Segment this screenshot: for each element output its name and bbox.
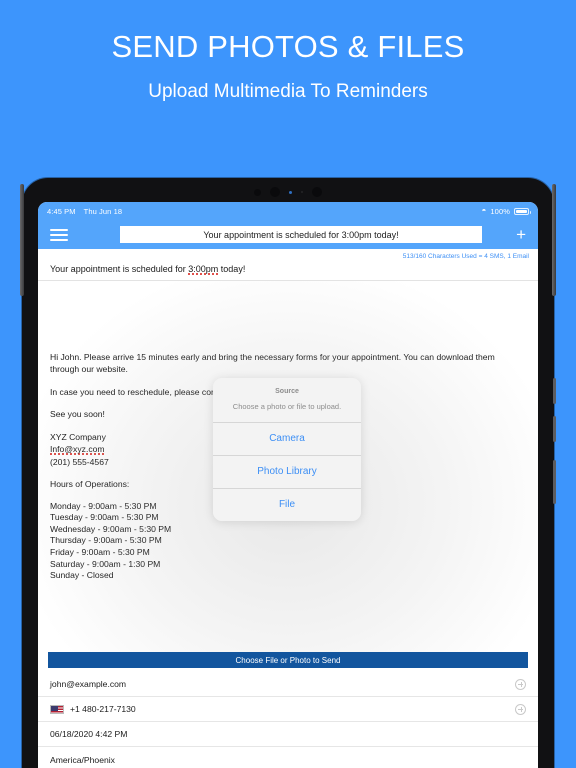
proximity-sensor-icon (254, 188, 261, 196)
list-item: Friday - 9:00am - 5:30 PM (50, 547, 150, 557)
action-sheet-description: Choose a photo or file to upload. (232, 402, 342, 411)
power-button[interactable] (553, 460, 556, 504)
us-flag-icon (50, 704, 64, 714)
plus-circle-icon[interactable] (515, 678, 526, 690)
preview-misspelled-word: 3:00pm (188, 264, 219, 275)
list-item: Saturday - 9:00am - 1:30 PM (50, 558, 161, 569)
ambient-sensor-icon (312, 187, 322, 197)
action-sheet-option-camera[interactable]: Camera (213, 423, 361, 456)
front-camera-icon (270, 187, 280, 197)
message-body-editor[interactable]: Hi John. Please arrive 15 minutes early … (38, 280, 538, 652)
promo-title: SEND PHOTOS & FILES (111, 29, 465, 64)
action-sheet-title: Source (275, 388, 299, 395)
indicator-led-icon (289, 190, 292, 194)
action-sheet-option-photo-library[interactable]: Photo Library (213, 456, 361, 489)
list-item: Sunday - Closed (50, 570, 114, 581)
plus-icon[interactable]: + (516, 226, 526, 243)
status-bar: 4:45 PM Thu Jun 18 ◓ 100% (38, 202, 538, 220)
editor-top-spacer (38, 281, 538, 351)
subject-input[interactable] (120, 226, 483, 243)
tablet-device-frame: 4:45 PM Thu Jun 18 ◓ 100% + 513/160 Char… (20, 178, 556, 768)
battery-full-icon (514, 207, 531, 215)
choose-file-button[interactable]: Choose File or Photo to Send (48, 652, 528, 668)
device-screen: 4:45 PM Thu Jun 18 ◓ 100% + 513/160 Char… (38, 202, 538, 768)
status-time: 4:45 PM (47, 206, 76, 216)
list-item: Thursday - 9:00am - 5:30 PM (50, 535, 162, 546)
timezone-field[interactable]: America/Phoenix (50, 755, 115, 765)
message-preview-line: Your appointment is scheduled for 3:00pm… (38, 262, 538, 280)
recipient-fields: john@example.com +1 480-217-7130 06/18/2… (38, 668, 538, 768)
device-sensor-array (22, 185, 554, 199)
wifi-icon: ◓ (481, 206, 487, 215)
status-bar-right: ◓ 100% (481, 206, 531, 216)
source-action-sheet: Source Choose a photo or file to upload.… (213, 378, 361, 521)
preview-text-after: today! (218, 264, 246, 274)
action-sheet-header: Source Choose a photo or file to upload. (213, 378, 361, 423)
plus-circle-icon[interactable] (515, 703, 526, 715)
action-sheet-option-file[interactable]: File (213, 489, 361, 521)
character-counter: 513/160 Characters Used = 4 SMS, 1 Email (402, 253, 529, 260)
phone-field[interactable]: +1 480-217-7130 (70, 704, 136, 714)
status-date: Thu Jun 18 (83, 206, 123, 216)
hamburger-menu-icon[interactable] (50, 226, 68, 244)
device-right-edge (552, 184, 556, 296)
app-navigation-bar: + (38, 220, 538, 249)
device-left-edge (20, 184, 24, 296)
battery-percent: 100% (490, 206, 510, 216)
volume-up-button[interactable] (553, 378, 556, 404)
microphone-icon (301, 191, 303, 193)
datetime-row[interactable]: 06/18/2020 4:42 PM (38, 722, 538, 747)
volume-down-button[interactable] (553, 416, 556, 442)
preview-text-before: Your appointment is scheduled for (50, 264, 189, 274)
message-paragraph-1: Hi John. Please arrive 15 minutes early … (50, 352, 495, 375)
status-bar-left: 4:45 PM Thu Jun 18 (47, 207, 122, 216)
email-field[interactable]: john@example.com (50, 679, 126, 689)
phone-row[interactable]: +1 480-217-7130 (38, 697, 538, 722)
promo-header: SEND PHOTOS & FILES Upload Multimedia To… (0, 0, 576, 103)
promo-subtitle: Upload Multimedia To Reminders (148, 81, 428, 103)
datetime-field[interactable]: 06/18/2020 4:42 PM (50, 729, 127, 739)
screenshot-root: SEND PHOTOS & FILES Upload Multimedia To… (0, 0, 576, 768)
list-item: Wednesday - 9:00am - 5:30 PM (50, 523, 172, 534)
timezone-row[interactable]: America/Phoenix (38, 747, 538, 768)
email-row[interactable]: john@example.com (38, 672, 538, 697)
